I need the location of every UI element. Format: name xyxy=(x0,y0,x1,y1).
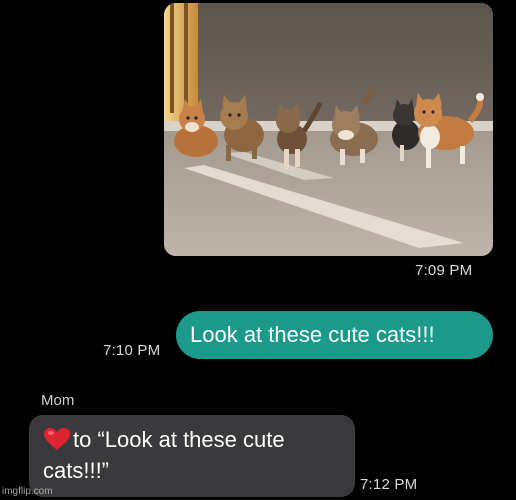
image-message-time: 7:09 PM xyxy=(415,262,473,279)
sent-message-text: Look at these cute cats!!! xyxy=(190,322,435,347)
watermark: imgflip.com xyxy=(2,486,53,497)
reply-message-time: 7:12 PM xyxy=(360,476,418,493)
image-message[interactable] xyxy=(164,3,493,256)
reply-sender-name: Mom xyxy=(41,392,75,409)
reply-text-line-1: to “Look at these cute xyxy=(73,427,285,452)
red-heart-icon xyxy=(44,428,70,450)
sent-message-time: 7:10 PM xyxy=(103,342,161,359)
reply-message-bubble[interactable]: to “Look at these cute cats!!!” xyxy=(29,415,355,497)
reply-line-1: to “Look at these cute xyxy=(43,424,341,455)
reply-text-line-2: cats!!!” xyxy=(43,458,110,483)
cats-photo xyxy=(164,3,493,256)
sent-message-bubble[interactable]: Look at these cute cats!!! xyxy=(176,311,493,359)
chat-screen: 7:09 PM Look at these cute cats!!! 7:10 … xyxy=(0,0,516,500)
